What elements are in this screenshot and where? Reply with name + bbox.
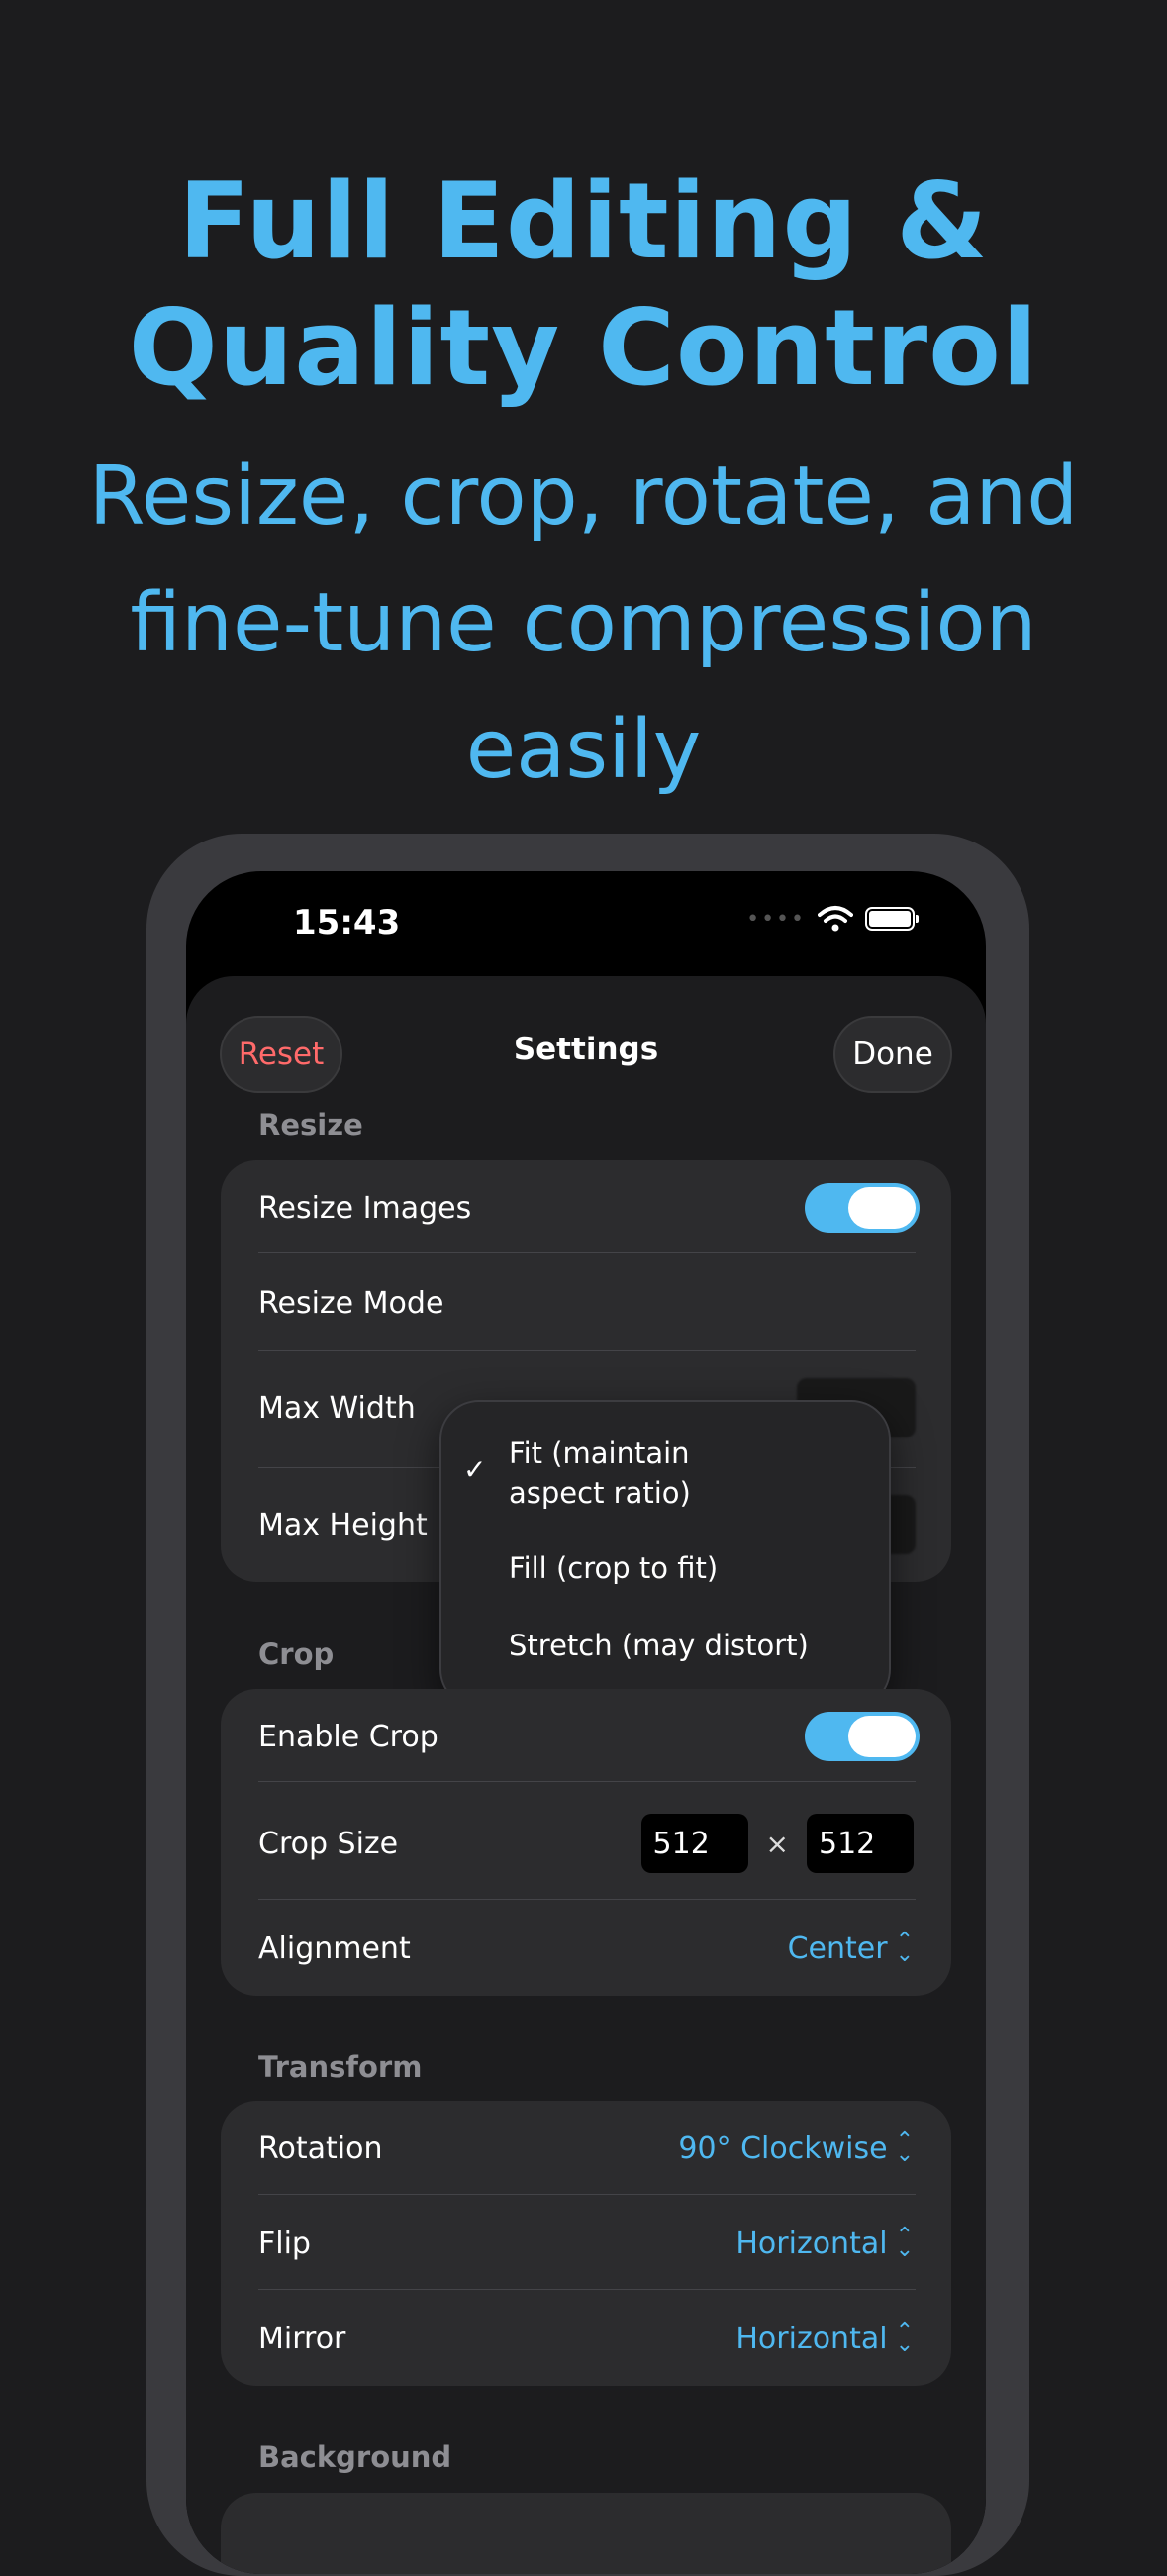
flip-label: Flip (258, 2226, 311, 2261)
rotation-label: Rotation (258, 2130, 383, 2166)
menu-item-fit-line-1: Fit (maintain (509, 1437, 690, 1470)
resize-mode-row[interactable]: Resize Mode (258, 1275, 914, 1331)
chevron-up-down-icon: ⌃ ⌄ (895, 2224, 914, 2262)
resize-images-toggle[interactable] (805, 1183, 920, 1233)
menu-item-fill[interactable]: Fill (crop to fit) (509, 1548, 718, 1588)
crop-width-field[interactable]: 512 (640, 1814, 748, 1873)
wifi-icon (818, 906, 853, 932)
alignment-value: Center (787, 1931, 888, 1966)
transform-card: Rotation 90° Clockwise ⌃ ⌄ Flip Horizonta… (221, 2101, 951, 2386)
rotation-row[interactable]: Rotation 90° Clockwise ⌃ ⌄ (258, 2121, 914, 2176)
rotation-value: 90° Clockwise (678, 2130, 888, 2166)
alignment-label: Alignment (258, 1931, 411, 1966)
mirror-label: Mirror (258, 2321, 346, 2356)
promo-subheadline: Resize, crop, rotate, and fine-tune comp… (0, 434, 1167, 814)
crop-size-row: Crop Size 512 × 512 (258, 1814, 914, 1873)
signal-dots-icon: •••• (746, 906, 806, 932)
chevron-up-down-icon: ⌃ ⌄ (895, 2129, 914, 2167)
flip-row[interactable]: Flip Horizontal ⌃ ⌄ (258, 2216, 914, 2271)
phone-screen: 15:43 •••• Reset Settings Done Resize Re… (186, 871, 986, 2574)
chevron-up-down-icon: ⌃ ⌄ (895, 2319, 914, 2357)
resize-mode-menu: ✓ Fit (maintain aspect ratio) Fill (crop… (439, 1400, 891, 1709)
flip-picker[interactable]: Horizontal ⌃ ⌄ (735, 2224, 914, 2262)
headline-line-1: Full Editing & (178, 160, 989, 282)
chevron-up-down-icon: ⌃ ⌄ (895, 1929, 914, 1967)
divider (258, 1899, 916, 1900)
settings-sheet: Reset Settings Done Resize Resize Images… (186, 976, 986, 2574)
crop-size-label: Crop Size (258, 1826, 399, 1861)
section-label-background: Background (258, 2440, 452, 2474)
mirror-value: Horizontal (735, 2321, 888, 2356)
background-card (221, 2493, 951, 2574)
divider (258, 1350, 916, 1351)
resize-mode-label: Resize Mode (258, 1285, 444, 1321)
done-button[interactable]: Done (833, 1016, 952, 1093)
checkmark-icon: ✓ (463, 1453, 487, 1486)
divider (258, 2289, 916, 2290)
alignment-picker[interactable]: Center ⌃ ⌄ (787, 1929, 914, 1967)
headline-line-2: Quality Control (128, 287, 1039, 409)
status-time: 15:43 (293, 903, 401, 942)
section-label-crop: Crop (258, 1637, 335, 1671)
enable-crop-toggle[interactable] (805, 1712, 920, 1761)
mirror-row[interactable]: Mirror Horizontal ⌃ ⌄ (258, 2311, 914, 2366)
crop-height-field[interactable]: 512 (807, 1814, 914, 1873)
crop-card: Enable Crop Crop Size 512 × 512 Alignmen… (221, 1689, 951, 1996)
section-label-resize: Resize (258, 1108, 363, 1141)
promo-headline: Full Editing & Quality Control (0, 158, 1167, 412)
rotation-picker[interactable]: 90° Clockwise ⌃ ⌄ (678, 2129, 914, 2167)
menu-item-fit-line-2: aspect ratio) (509, 1476, 691, 1510)
divider (258, 2194, 916, 2195)
battery-icon (865, 907, 919, 931)
section-label-transform: Transform (258, 2050, 423, 2084)
alignment-row[interactable]: Alignment Center ⌃ ⌄ (258, 1921, 914, 1976)
subheadline-line-1: Resize, crop, rotate, and (88, 449, 1079, 544)
menu-item-stretch[interactable]: Stretch (may distort) (509, 1626, 809, 1665)
divider (258, 1781, 916, 1782)
status-icons: •••• (746, 905, 919, 933)
menu-item-fit[interactable]: Fit (maintain aspect ratio) (509, 1434, 691, 1513)
mirror-picker[interactable]: Horizontal ⌃ ⌄ (735, 2319, 914, 2357)
multiply-sign: × (765, 1827, 789, 1860)
divider (258, 1252, 916, 1253)
subheadline-line-2: fine-tune compression easily (130, 576, 1037, 797)
flip-value: Horizontal (735, 2226, 888, 2261)
